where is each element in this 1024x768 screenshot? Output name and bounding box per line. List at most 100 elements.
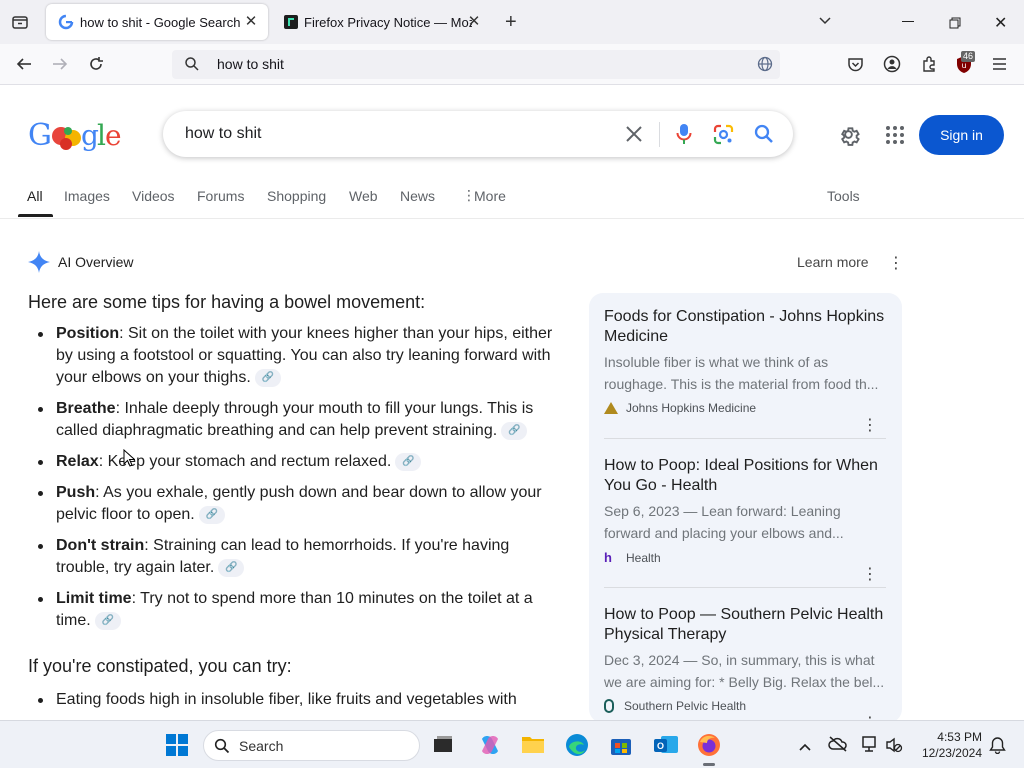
more-options-icon[interactable]: ⋮ (862, 564, 878, 584)
notification-bell-icon[interactable] (989, 736, 1006, 759)
source-title[interactable]: How to Poop: Ideal Positions for When Yo… (604, 456, 888, 496)
address-bar[interactable]: how to shit (172, 50, 780, 79)
learn-more-link[interactable]: Learn more (797, 254, 869, 270)
link-chain-icon[interactable]: 🔗 (254, 368, 281, 387)
source-site[interactable]: Johns Hopkins Medicine (604, 401, 888, 415)
svg-text:e: e (105, 119, 122, 152)
tip-term: Push (56, 484, 96, 501)
browser-tab-firefox-privacy[interactable]: Firefox Privacy Notice — Mozill ✕ (272, 4, 487, 40)
google-lens-icon[interactable] (713, 124, 734, 150)
copilot-icon[interactable] (478, 733, 502, 757)
tip-text: : Inhale deeply through your mouth to fi… (56, 400, 534, 439)
link-chain-icon[interactable]: 🔗 (94, 611, 121, 630)
source-snippet: Insoluble fiber is what we think of as r… (604, 354, 879, 392)
list-item: Don't strain: Straining can lead to hemo… (28, 535, 558, 579)
list-item: Position: Sit on the toilet with your kn… (28, 323, 558, 389)
list-item: Limit time: Try not to spend more than 1… (28, 588, 558, 632)
tab-news[interactable]: News (400, 188, 435, 204)
extensions-icon[interactable] (920, 55, 938, 78)
more-options-icon[interactable]: ⋮ (888, 253, 904, 273)
volume-muted-icon[interactable] (885, 736, 903, 759)
settings-gear-icon[interactable] (837, 123, 860, 151)
edge-icon[interactable] (565, 733, 589, 757)
tab-videos[interactable]: Videos (132, 188, 175, 204)
tools-button[interactable]: Tools (827, 188, 860, 204)
search-icon[interactable] (754, 124, 774, 149)
account-icon[interactable] (883, 55, 901, 78)
back-arrow-icon[interactable] (15, 55, 33, 78)
minimize-icon[interactable] (902, 21, 914, 22)
browser-tab-google[interactable]: how to shit - Google Search ✕ (46, 4, 268, 40)
link-chain-icon[interactable]: 🔗 (501, 421, 528, 440)
source-site[interactable]: h Health (604, 550, 888, 565)
tab-list-icon[interactable] (10, 12, 30, 32)
microsoft-store-icon[interactable] (609, 733, 633, 757)
firefox-icon[interactable] (697, 733, 721, 757)
google-search-box[interactable]: how to shit (163, 111, 793, 157)
tip-text: : Sit on the toilet with your knees high… (56, 325, 553, 386)
link-chain-icon[interactable]: 🔗 (395, 452, 422, 471)
translate-globe-icon[interactable] (757, 56, 773, 75)
sign-in-button[interactable]: Sign in (919, 115, 1004, 155)
tab-images[interactable]: Images (64, 188, 110, 204)
search-icon (214, 738, 230, 757)
task-view-icon[interactable] (432, 735, 454, 755)
close-tab-icon[interactable]: ✕ (242, 13, 260, 31)
source-card[interactable]: Foods for Constipation - Johns Hopkins M… (604, 307, 888, 434)
tabs-divider (0, 218, 1024, 219)
forward-arrow-icon[interactable] (51, 55, 69, 78)
source-card[interactable]: How to Poop — Southern Pelvic Health Phy… (604, 605, 888, 732)
microphone-icon[interactable] (676, 123, 692, 150)
onedrive-offline-icon[interactable] (828, 736, 848, 757)
source-title[interactable]: How to Poop — Southern Pelvic Health Phy… (604, 605, 888, 645)
tab-shopping[interactable]: Shopping (267, 188, 326, 204)
tip-term: Don't strain (56, 537, 145, 554)
restore-icon[interactable] (949, 16, 961, 34)
ai-overview-title: AI Overview (58, 254, 134, 270)
taskbar-search[interactable]: Search (203, 730, 420, 761)
google-favicon-icon (58, 14, 74, 30)
apps-grid-icon[interactable] (885, 125, 905, 150)
source-title[interactable]: Foods for Constipation - Johns Hopkins M… (604, 307, 888, 347)
more-options-icon[interactable]: ⋮ (862, 415, 878, 435)
system-clock[interactable]: 4:53 PM 12/23/2024 (918, 729, 982, 761)
gemini-sparkle-icon (28, 251, 50, 278)
clear-search-icon[interactable] (625, 125, 643, 148)
active-tab-indicator (18, 214, 53, 217)
tab-forums[interactable]: Forums (197, 188, 244, 204)
tip-term: Relax (56, 453, 99, 470)
list-item: Eating foods high in insoluble fiber, li… (28, 689, 558, 711)
source-site-name: Johns Hopkins Medicine (626, 401, 757, 415)
sources-panel: Foods for Constipation - Johns Hopkins M… (589, 293, 902, 732)
tab-web[interactable]: Web (349, 188, 378, 204)
new-tab-icon[interactable]: + (505, 11, 517, 34)
active-app-indicator (703, 763, 715, 766)
johns-hopkins-favicon-icon (604, 402, 618, 414)
link-chain-icon[interactable]: 🔗 (218, 558, 245, 577)
link-chain-icon[interactable]: 🔗 (198, 505, 225, 524)
file-explorer-icon[interactable] (521, 733, 545, 757)
pocket-icon[interactable] (847, 56, 864, 78)
constipated-heading: If you're constipated, you can try: (28, 656, 292, 676)
tab-more[interactable]: More (474, 188, 506, 204)
close-window-icon[interactable]: ✕ (994, 13, 1007, 33)
tab-title: how to shit - Google Search (80, 14, 241, 30)
google-doodle-logo[interactable]: G g l e (28, 116, 123, 156)
source-site[interactable]: Southern Pelvic Health (604, 699, 888, 713)
chevron-down-icon[interactable] (817, 12, 833, 33)
show-hidden-icons-chevron-icon[interactable] (798, 739, 812, 757)
tip-term: Position (56, 325, 120, 342)
network-icon[interactable] (860, 735, 878, 758)
search-query-text[interactable]: how to shit (185, 125, 261, 143)
windows-start-icon[interactable] (166, 734, 188, 761)
source-card[interactable]: How to Poop: Ideal Positions for When Yo… (604, 456, 888, 583)
outlook-icon[interactable]: O (653, 733, 678, 757)
tab-all[interactable]: All (27, 188, 43, 204)
address-text: how to shit (217, 56, 284, 72)
health-favicon-icon: h (604, 550, 612, 565)
mouse-cursor-icon (123, 448, 136, 472)
hamburger-menu-icon[interactable] (992, 57, 1007, 76)
reload-icon[interactable] (87, 55, 105, 78)
close-tab-icon[interactable]: ✕ (465, 13, 483, 31)
tab-title: Firefox Privacy Notice — Mozill (304, 14, 472, 30)
